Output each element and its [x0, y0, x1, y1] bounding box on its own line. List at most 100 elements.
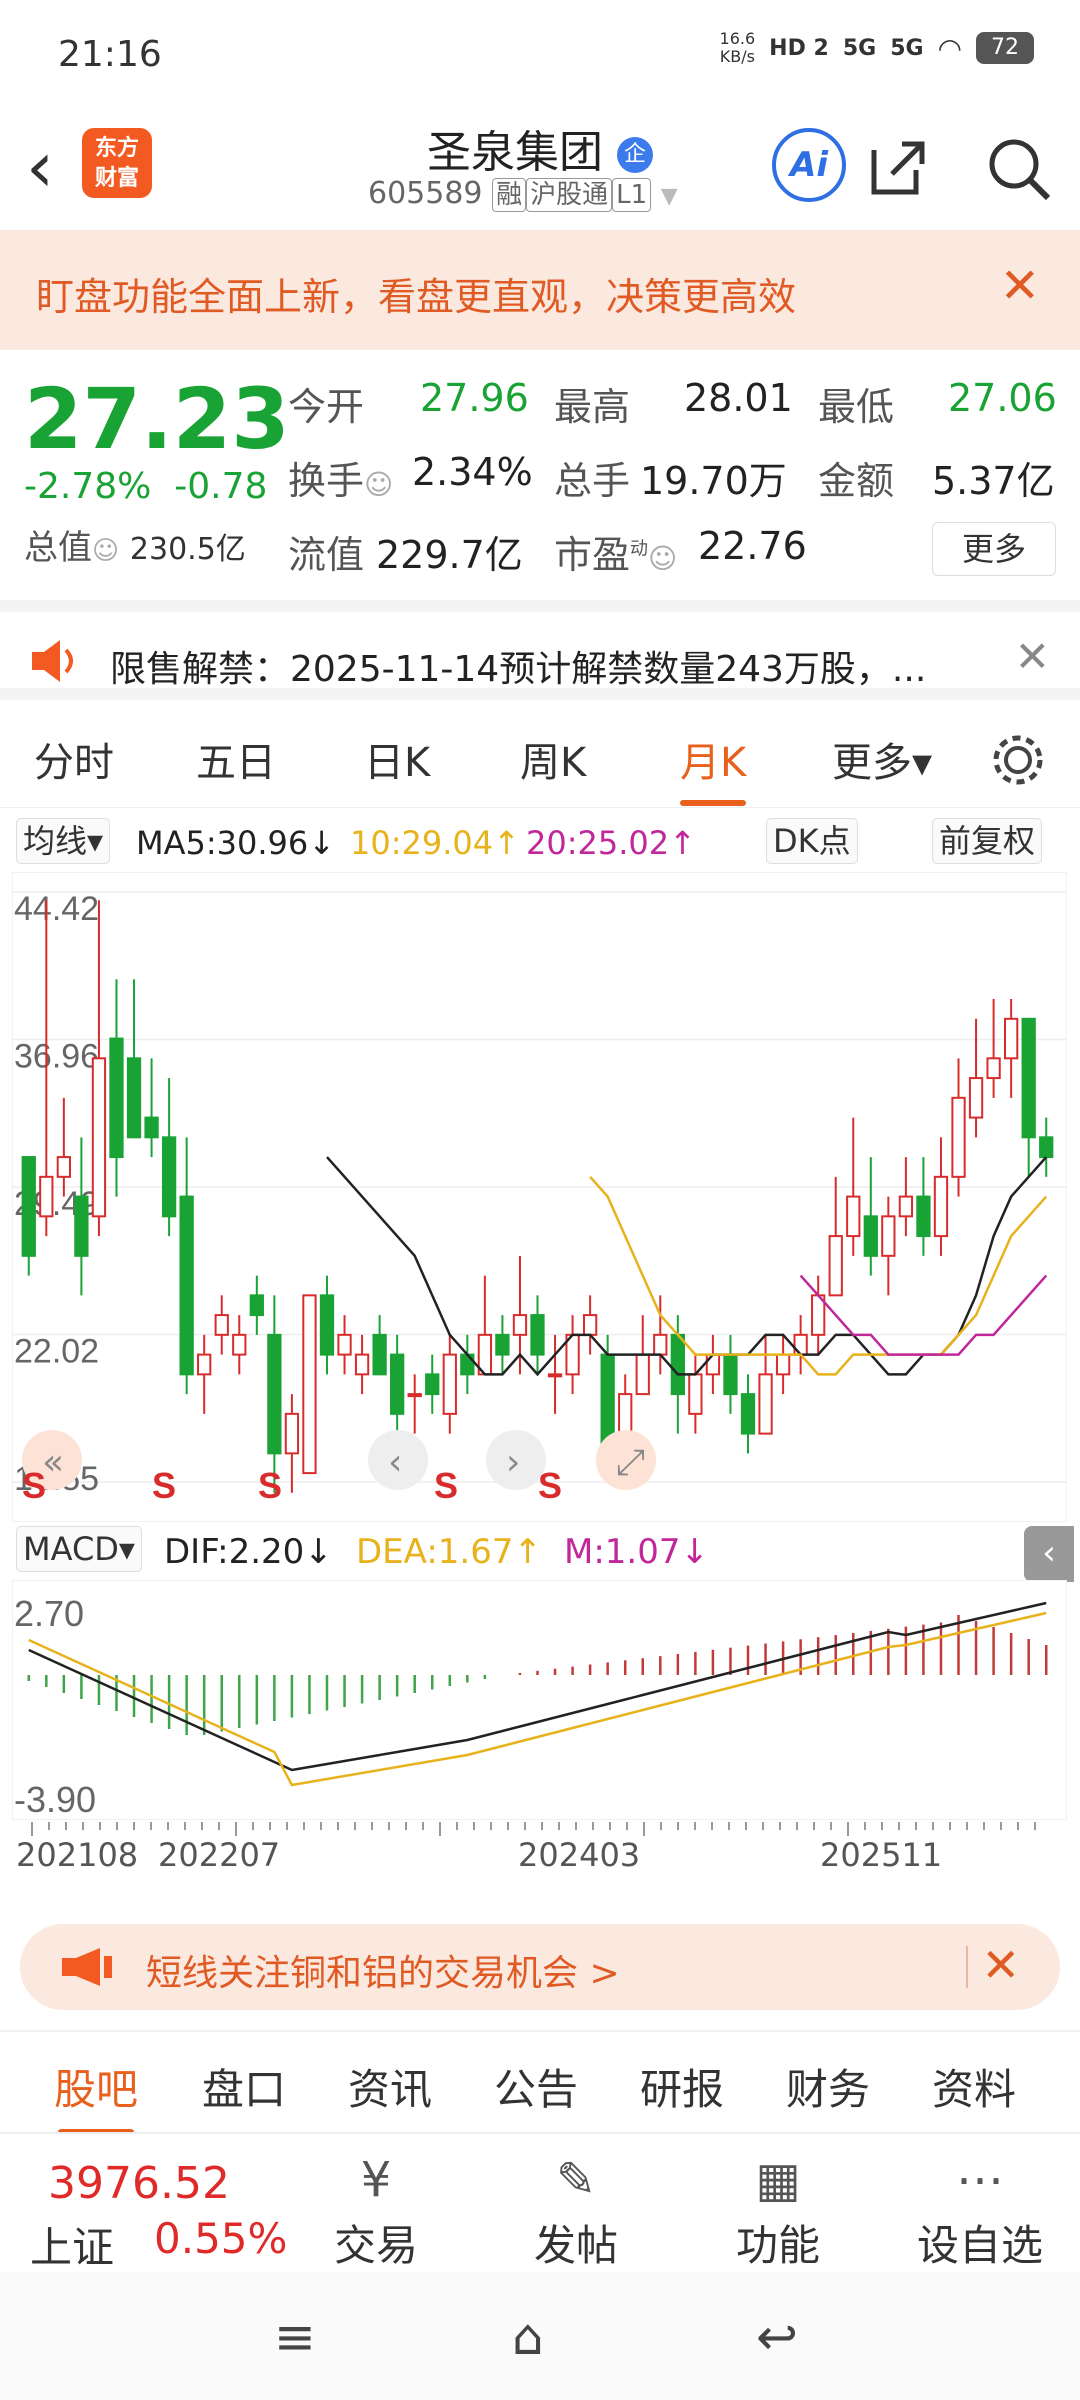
- candle-body: [951, 1096, 966, 1178]
- tab-weekly-k[interactable]: 周K: [520, 730, 586, 788]
- net-speed: 16.6 KB/s: [719, 29, 756, 66]
- signal-5g-icon: 5G: [842, 35, 877, 61]
- lockup-notice[interactable]: 限售解禁：2025-11-14预计解禁数量243万股，... ✕: [0, 600, 1080, 700]
- home-nav-icon[interactable]: ⌂: [512, 2308, 544, 2366]
- candle-body: [986, 1057, 1001, 1080]
- candle-body: [881, 1215, 896, 1257]
- adjustment-selector[interactable]: 前复权: [932, 818, 1043, 864]
- stock-code-line[interactable]: 605589 融沪股通 L1 ▼: [368, 176, 678, 212]
- tab-profile[interactable]: 资料: [932, 2056, 1016, 2117]
- more-button[interactable]: 更多: [932, 522, 1056, 576]
- tab-forum[interactable]: 股吧: [54, 2056, 138, 2135]
- feature-banner[interactable]: 盯盘功能全面上新，看盘更直观，决策更高效 ✕: [0, 230, 1080, 350]
- x-label-4: 202511: [820, 1836, 943, 1874]
- index-value: 3976.52: [48, 2158, 230, 2209]
- banner-close-icon[interactable]: ✕: [1000, 258, 1040, 314]
- tab-intraday[interactable]: 分时: [34, 730, 114, 788]
- tab-daily-k[interactable]: 日K: [364, 730, 430, 788]
- promo-banner[interactable]: 短线关注铜和铝的交易机会 > ✕: [20, 1924, 1060, 2010]
- promo-text: 短线关注铜和铝的交易机会 >: [146, 1953, 620, 1994]
- candle-body: [635, 1353, 650, 1396]
- search-icon[interactable]: [986, 136, 1052, 202]
- tab-financials[interactable]: 财务: [786, 2056, 870, 2117]
- y-tick-label: 22.02: [14, 1333, 99, 1371]
- candle-body: [74, 1195, 89, 1257]
- edit-icon: ✎: [555, 2152, 597, 2208]
- tab-announcements[interactable]: 公告: [494, 2056, 578, 2117]
- volume-value: 19.70万: [640, 459, 787, 503]
- content-tabs: 股吧 盘口 资讯 公告 研报 财务 资料: [0, 2030, 1080, 2135]
- tag-level: L1: [612, 178, 652, 212]
- tab-five-day[interactable]: 五日: [196, 730, 276, 788]
- candle-body: [828, 1235, 843, 1297]
- turnover-value: 2.34%: [412, 450, 533, 494]
- tab-monthly-k[interactable]: 月K: [680, 730, 747, 806]
- notice-text: 限售解禁：2025-11-14预计解禁数量243万股，...: [110, 649, 927, 690]
- k-line-chart[interactable]: 44.4236.9629.4922.0214.55«‹›⤢SSSSS: [12, 872, 1067, 1522]
- last-price: 27.23: [24, 370, 290, 468]
- grid-icon: ▦: [755, 2152, 801, 2208]
- high-value: 28.01: [684, 376, 793, 420]
- back-nav-icon[interactable]: ↩: [756, 2308, 798, 2366]
- candle-body: [968, 1077, 984, 1119]
- candle-body: [232, 1333, 247, 1356]
- dif-label: DIF:2.20↓: [164, 1532, 333, 1572]
- ma-selector[interactable]: 均线▾: [16, 818, 111, 864]
- hd-icon: HD 2: [769, 35, 829, 61]
- chart-nav-icon: ‹: [388, 1442, 402, 1483]
- notice-close-icon[interactable]: ✕: [1015, 632, 1050, 681]
- y-tick-label: 44.42: [14, 890, 99, 928]
- index-change: 0.55%: [154, 2214, 288, 2263]
- candle-body: [372, 1333, 387, 1376]
- collapse-panel-icon[interactable]: ‹: [1024, 1526, 1074, 1582]
- promo-divider: [966, 1946, 968, 1988]
- menu-nav-icon[interactable]: ≡: [274, 2308, 316, 2366]
- candle-body: [56, 1156, 71, 1178]
- settings-gear-icon[interactable]: [990, 732, 1046, 788]
- amount-value: 5.37亿: [932, 459, 1055, 503]
- candle-body: [425, 1373, 440, 1396]
- candle-body: [144, 1116, 159, 1139]
- indicator-selector[interactable]: MACD▾: [16, 1526, 142, 1572]
- tab-orderbook[interactable]: 盘口: [202, 2056, 286, 2117]
- macd-chart: 2.70 -3.90: [12, 1580, 1067, 1820]
- axis-ticks: [31, 1822, 1036, 1836]
- tab-news[interactable]: 资讯: [348, 2056, 432, 2117]
- x-label-3: 202403: [518, 1836, 641, 1874]
- candle-body: [1039, 1136, 1054, 1159]
- functions-button[interactable]: ▦ 功能: [708, 2148, 848, 2273]
- candle-body: [512, 1314, 528, 1336]
- macd-legend: MACD▾ DIF:2.20↓ DEA:1.67↑ M:1.07↓ ‹: [0, 1518, 1080, 1582]
- tab-more[interactable]: 更多▾: [832, 730, 932, 788]
- index-name: 上证: [30, 2223, 115, 2272]
- post-button[interactable]: ✎ 发帖: [506, 2148, 646, 2273]
- add-watchlist-button[interactable]: ⋯ 设自选: [910, 2148, 1050, 2273]
- dk-point-toggle[interactable]: DK点: [766, 818, 858, 864]
- candle-body: [21, 1156, 36, 1257]
- chart-nav-icon: ›: [506, 1442, 520, 1483]
- promo-close-icon[interactable]: ✕: [981, 1938, 1020, 1992]
- candle-body: [91, 1057, 107, 1218]
- trade-button[interactable]: ¥ 交易: [306, 2148, 446, 2273]
- period-tabs: 分时 五日 日K 周K 月K 更多▾: [0, 712, 1080, 808]
- candle-body: [653, 1333, 668, 1356]
- ai-button[interactable]: Ai: [772, 128, 846, 202]
- dea-label: DEA:1.67↑: [356, 1532, 542, 1572]
- float-label: 流值: [288, 533, 365, 577]
- candle-body: [319, 1294, 335, 1356]
- signal-marker: S: [152, 1465, 176, 1506]
- y-tick-label: 36.96: [14, 1038, 99, 1076]
- tab-research[interactable]: 研报: [640, 2056, 724, 2117]
- candle-body: [249, 1294, 264, 1317]
- tag-margin: 融: [492, 178, 527, 212]
- candle-body: [530, 1314, 545, 1356]
- battery-icon: 72: [976, 32, 1034, 64]
- wifi-icon: ◠: [937, 31, 962, 65]
- candle-body: [407, 1393, 422, 1398]
- candle-body: [126, 1057, 142, 1139]
- candle-body: [740, 1393, 756, 1435]
- tag-connect: 沪股通: [526, 178, 613, 212]
- megaphone-icon: [62, 1948, 112, 1986]
- share-icon[interactable]: [866, 136, 930, 200]
- total-value: 总值☺ 230.5亿: [24, 528, 246, 568]
